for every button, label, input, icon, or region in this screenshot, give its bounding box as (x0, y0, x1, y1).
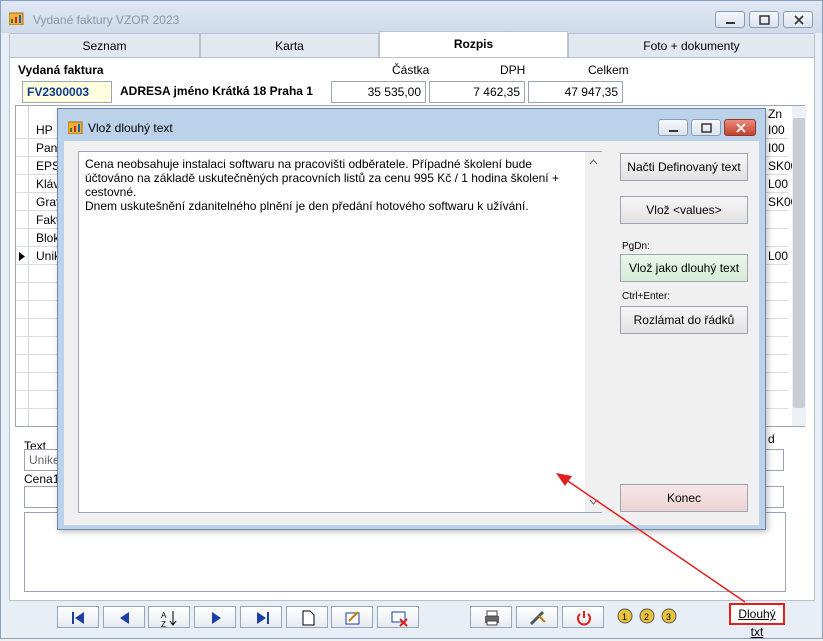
annotation-arrow (556, 473, 746, 603)
